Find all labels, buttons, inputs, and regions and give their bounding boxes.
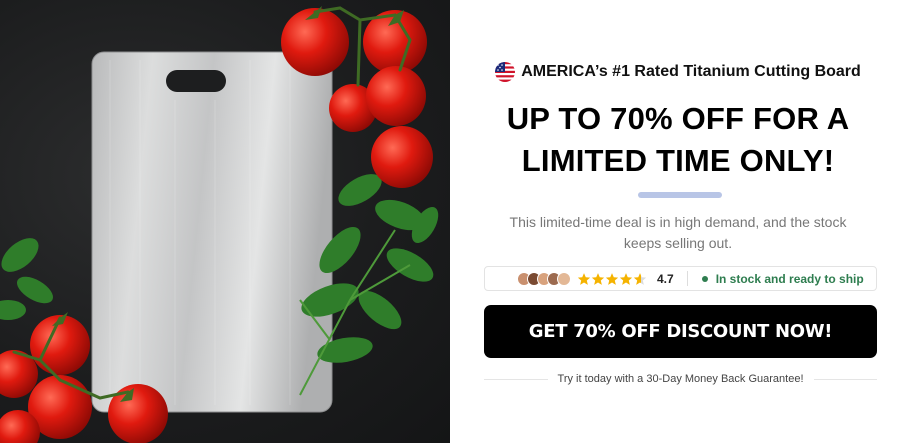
us-flag-icon xyxy=(495,62,516,82)
offer-panel: AMERICA’s #1 Rated Titanium Cutting Boar… xyxy=(450,0,906,443)
offer-subtext: This limited-time deal is in high demand… xyxy=(509,214,847,251)
hero-image xyxy=(0,0,450,443)
rating-value: 4.7 xyxy=(657,271,674,286)
star-icon xyxy=(619,272,633,285)
separator xyxy=(686,271,688,286)
offer-headline: UP TO 70% OFF FOR A LIMITED TIME ONLY! xyxy=(506,101,850,178)
cutting-board-photo xyxy=(0,6,439,443)
star-icon xyxy=(605,272,619,285)
social-proof-bar: 4.7 In stock and ready to ship xyxy=(484,266,877,291)
discount-cta-button[interactable]: GET 70% OFF DISCOUNT NOW! xyxy=(484,305,877,358)
stock-status-dot-icon xyxy=(701,275,708,282)
customer-avatars xyxy=(517,271,571,286)
guarantee-line: Try it today with a 30-Day Money Back Gu… xyxy=(484,371,878,387)
accent-divider xyxy=(638,192,722,198)
divider xyxy=(813,378,878,380)
avatar xyxy=(557,271,571,286)
star-rating xyxy=(577,272,647,286)
half-star-icon xyxy=(633,272,647,285)
divider xyxy=(484,378,548,380)
star-icon xyxy=(577,272,591,285)
stock-status: In stock and ready to ship xyxy=(715,271,864,286)
eyebrow-text: AMERICA’s #1 Rated Titanium Cutting Boar… xyxy=(521,63,861,80)
star-icon xyxy=(591,272,605,285)
guarantee-text: Try it today with a 30-Day Money Back Gu… xyxy=(557,373,804,385)
rating-eyebrow: AMERICA’s #1 Rated Titanium Cutting Boar… xyxy=(450,60,906,84)
